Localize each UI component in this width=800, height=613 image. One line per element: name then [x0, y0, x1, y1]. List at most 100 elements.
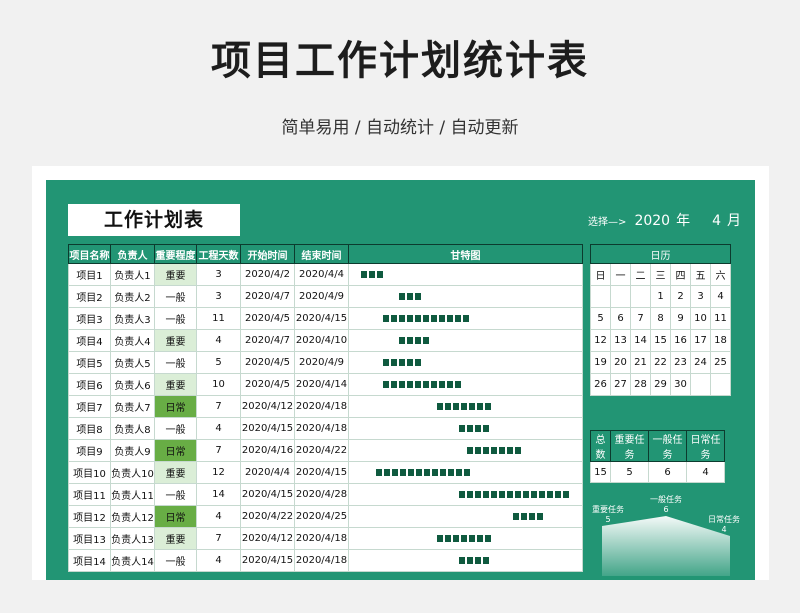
gantt-block [515, 447, 521, 454]
calendar-day[interactable]: 9 [670, 307, 691, 330]
cell-importance: 一般 [154, 351, 197, 374]
gantt-block [406, 337, 413, 344]
calendar-day[interactable]: 13 [610, 329, 631, 352]
calendar-weekday: 一 [610, 263, 631, 286]
calendar-day[interactable]: 2 [670, 285, 691, 308]
table-row: 项目5 负责人5 一般 5 2020/4/5 2020/4/9 [68, 351, 583, 374]
cell-start: 2020/4/15 [240, 483, 295, 506]
year-unit: 年 [676, 213, 691, 229]
cell-end: 2020/4/28 [294, 483, 349, 506]
gantt-block [423, 381, 430, 388]
preview-card: 工作计划表 选择—> 2020 年 4 月 项目名称 负责人 重要程度 工程天数… [32, 166, 769, 580]
calendar-day[interactable]: 6 [610, 307, 631, 330]
gantt-block [467, 491, 474, 498]
page-subtitle: 简单易用 / 自动统计 / 自动更新 [281, 118, 519, 138]
gantt-bar [398, 337, 429, 344]
cell-start: 2020/4/7 [240, 285, 295, 308]
col-header-start: 开始时间 [240, 244, 295, 264]
calendar-day[interactable]: 16 [670, 329, 691, 352]
cell-start: 2020/4/5 [240, 373, 295, 396]
calendar-day[interactable]: 7 [630, 307, 651, 330]
col-header-name: 项目名称 [68, 244, 111, 264]
gantt-block [531, 491, 538, 498]
gantt-block [399, 381, 406, 388]
calendar-day[interactable]: 19 [590, 351, 611, 374]
cell-days: 3 [196, 285, 241, 308]
calendar-day[interactable]: 26 [590, 373, 611, 396]
cell-start: 2020/4/2 [240, 263, 295, 286]
cell-end: 2020/4/4 [294, 263, 349, 286]
gantt-block [398, 337, 405, 344]
gantt-block [512, 513, 519, 520]
chart-category-label: 日常任务 [708, 515, 740, 524]
calendar-day[interactable]: 1 [650, 285, 671, 308]
calendar-day[interactable]: 22 [650, 351, 671, 374]
table-row: 项目10 负责人10 重要 12 2020/4/4 2020/4/15 [68, 461, 583, 484]
calendar: 日历 日一二三四五六 1 2 3 4 5 6 7 8 9 10 11 12 13 14 15 16 17 18 19 2… [590, 244, 731, 396]
cell-gantt [348, 395, 583, 418]
cell-gantt [348, 373, 583, 396]
calendar-day[interactable]: 27 [610, 373, 631, 396]
calendar-day[interactable]: 10 [690, 307, 711, 330]
gantt-block [414, 337, 421, 344]
gantt-block [459, 425, 466, 432]
cell-gantt [348, 263, 583, 286]
year-select[interactable]: 2020 [634, 213, 670, 229]
chart-category-label: 重要任务 [592, 505, 624, 514]
gantt-block [383, 469, 390, 476]
calendar-day[interactable]: 20 [610, 351, 631, 374]
calendar-day[interactable]: 15 [650, 329, 671, 352]
calendar-day[interactable]: 28 [630, 373, 651, 396]
cell-gantt [348, 439, 583, 462]
gantt-block [468, 403, 475, 410]
calendar-day[interactable]: 25 [710, 351, 731, 374]
task-area-chart: 重要任务 5 一般任务 6 日常任务 4 [590, 480, 742, 580]
calendar-day[interactable]: 17 [690, 329, 711, 352]
cell-days: 5 [196, 351, 241, 374]
col-header-gantt: 甘特图 [348, 244, 583, 264]
cell-owner: 负责人1 [110, 263, 155, 286]
calendar-day[interactable]: 18 [710, 329, 731, 352]
task-table-header: 项目名称 负责人 重要程度 工程天数 开始时间 结束时间 甘特图 [68, 244, 583, 264]
cell-owner: 负责人11 [110, 483, 155, 506]
gantt-block [455, 469, 462, 476]
gantt-block [444, 535, 451, 542]
calendar-day[interactable]: 23 [670, 351, 691, 374]
gantt-block [555, 491, 562, 498]
cell-project-name: 项目12 [68, 505, 111, 528]
gantt-block [476, 403, 483, 410]
cell-end: 2020/4/9 [294, 285, 349, 308]
calendar-day[interactable]: 21 [630, 351, 651, 374]
calendar-day[interactable]: 24 [690, 351, 711, 374]
calendar-day[interactable]: 30 [670, 373, 691, 396]
gantt-block [383, 315, 390, 322]
month-select[interactable]: 4 [712, 213, 721, 229]
calendar-day[interactable]: 5 [590, 307, 611, 330]
gantt-block [467, 557, 474, 564]
cell-importance: 一般 [154, 307, 197, 330]
cell-end: 2020/4/18 [294, 527, 349, 550]
gantt-block [439, 315, 446, 322]
gantt-block [431, 315, 438, 322]
calendar-day[interactable]: 3 [690, 285, 711, 308]
cell-gantt [348, 351, 583, 374]
gantt-block [407, 315, 414, 322]
cell-days: 4 [196, 505, 241, 528]
calendar-day[interactable]: 14 [630, 329, 651, 352]
cell-owner: 负责人5 [110, 351, 155, 374]
cell-start: 2020/4/22 [240, 505, 295, 528]
cell-days: 10 [196, 373, 241, 396]
chart-point-label: 重要任务 5 [590, 504, 626, 524]
gantt-block [414, 293, 421, 300]
calendar-day[interactable]: 11 [710, 307, 731, 330]
calendar-day[interactable]: 8 [650, 307, 671, 330]
calendar-day[interactable]: 12 [590, 329, 611, 352]
cell-owner: 负责人3 [110, 307, 155, 330]
calendar-day [590, 285, 611, 308]
gantt-block [452, 403, 459, 410]
calendar-day[interactable]: 29 [650, 373, 671, 396]
calendar-title: 日历 [590, 244, 731, 264]
cell-end: 2020/4/25 [294, 505, 349, 528]
calendar-day[interactable]: 4 [710, 285, 731, 308]
cell-owner: 负责人7 [110, 395, 155, 418]
